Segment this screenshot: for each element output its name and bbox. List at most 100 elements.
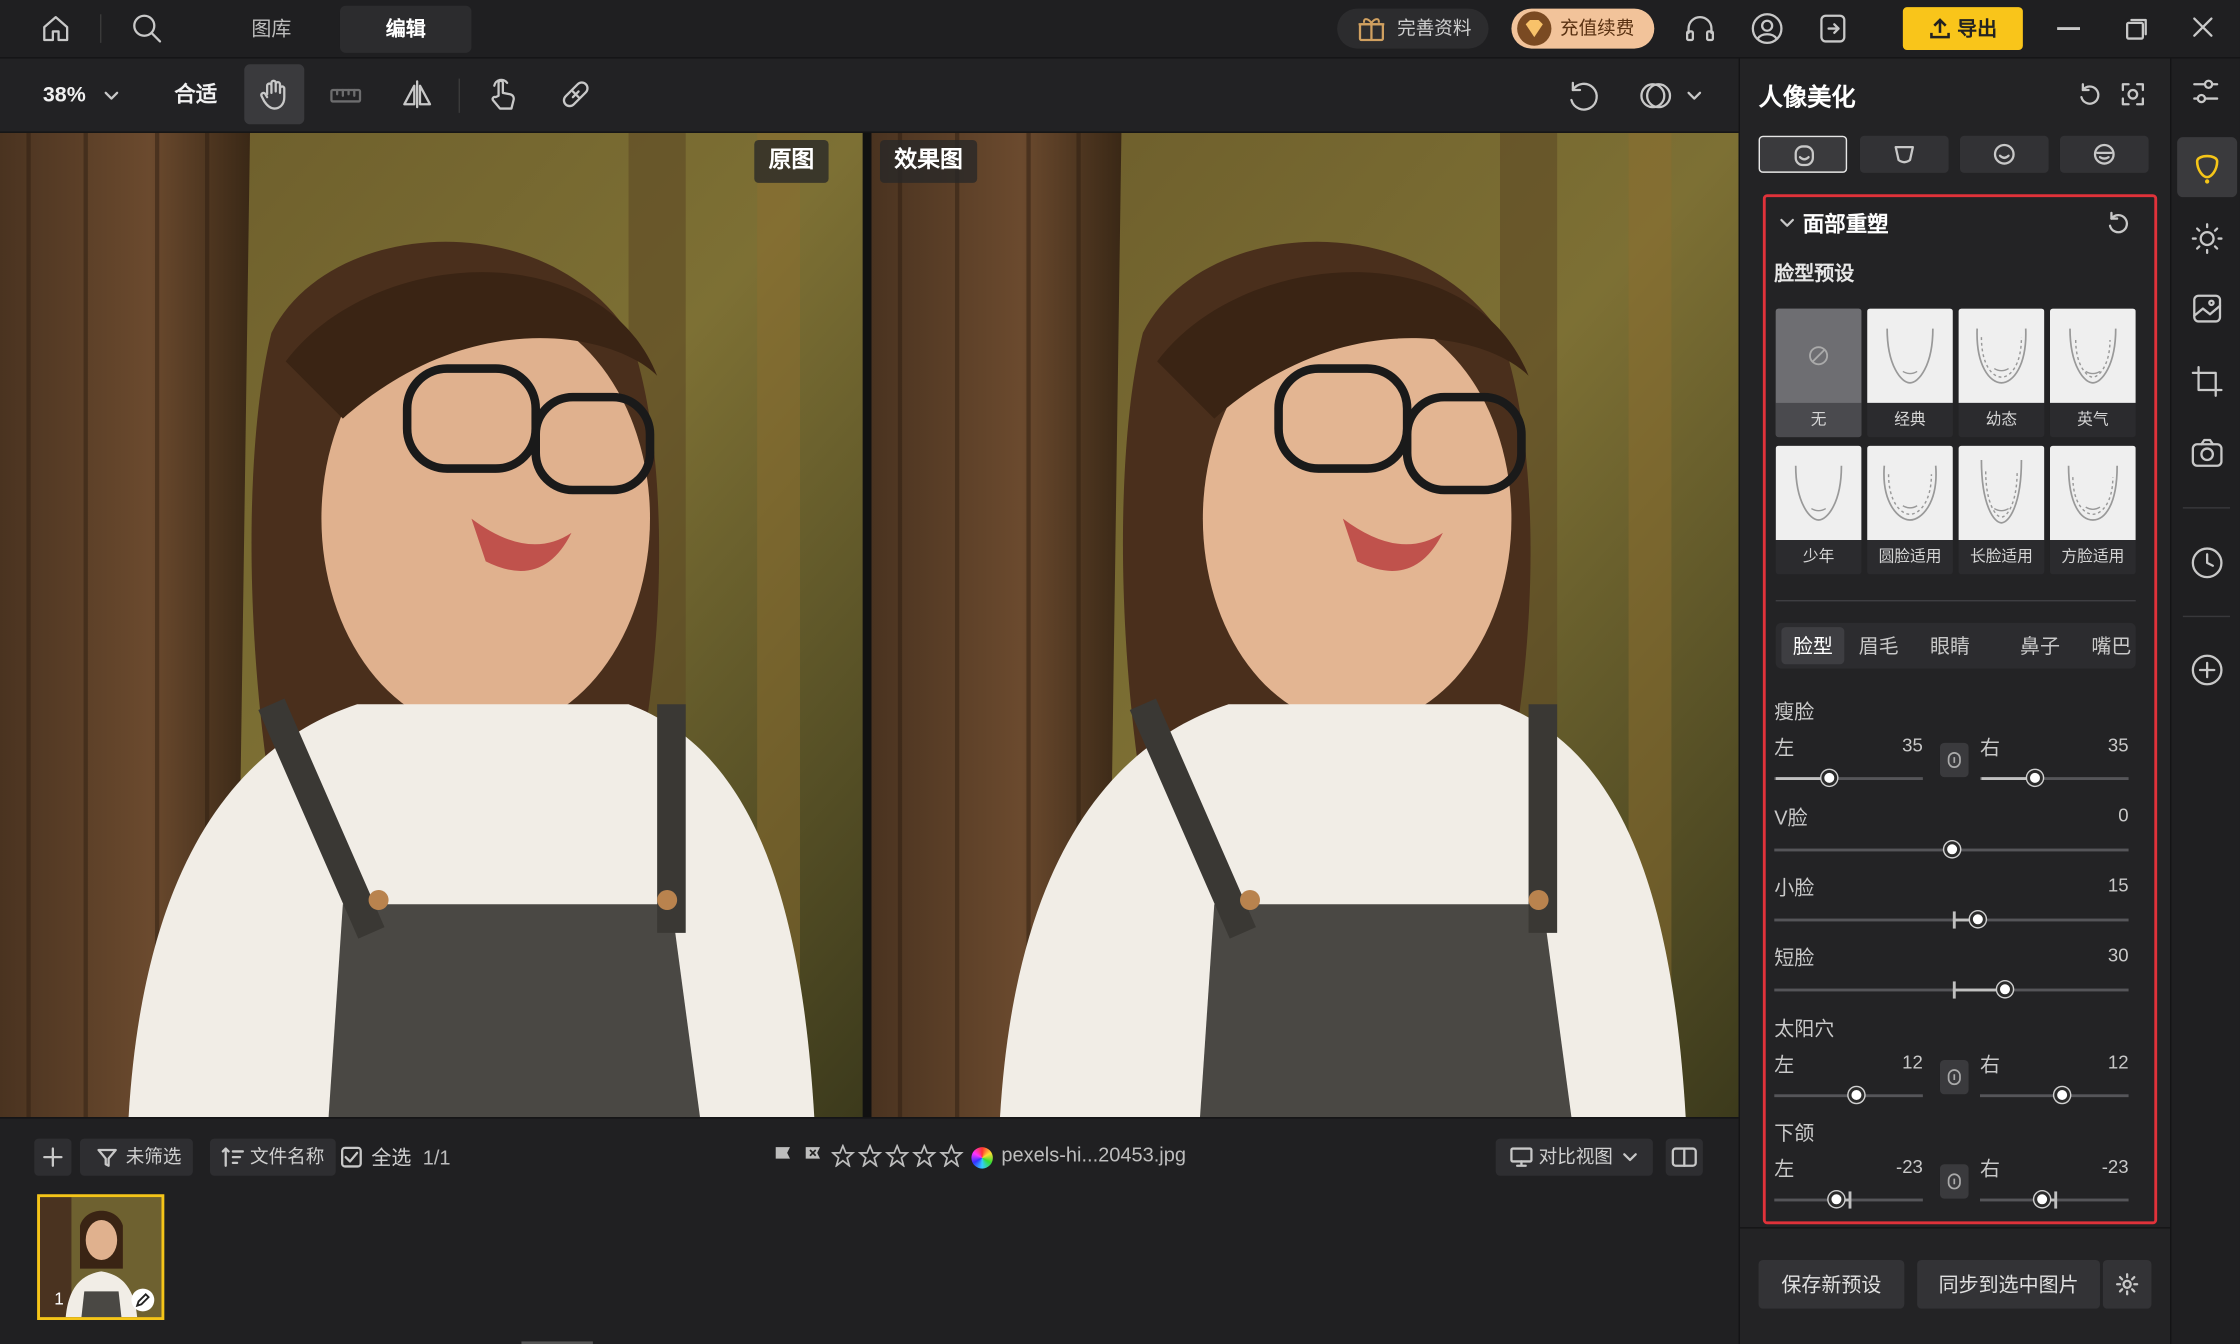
chevron-down-icon[interactable] [1686, 87, 1703, 104]
sync-button[interactable]: 同步到选中图片 [1917, 1259, 2100, 1309]
filmstrip-bar: 未筛选 文件名称 全选 1/1 pexels-hi...20453.jpg 对比… [0, 1117, 1739, 1344]
face-icon [2191, 150, 2222, 184]
slider-knob[interactable] [2054, 1087, 2070, 1103]
star-rating[interactable] [831, 1144, 967, 1168]
slider-knob[interactable] [1821, 769, 1838, 786]
camera-icon[interactable] [2190, 437, 2224, 468]
zoom-dropdown[interactable]: 38% [43, 59, 119, 133]
view-mode-label: 对比视图 [1538, 1145, 1613, 1168]
filter-button[interactable]: 未筛选 [79, 1138, 193, 1176]
chevron-down-icon [103, 87, 120, 104]
face-scan-icon[interactable] [2120, 81, 2146, 107]
recharge-label: 充值续费 [1559, 17, 1635, 39]
settings-button[interactable] [2102, 1259, 2152, 1309]
tab-edit[interactable]: 编辑 [339, 5, 472, 53]
preset-classic[interactable]: 经典 [1867, 308, 1953, 438]
hand-tool-button[interactable] [244, 64, 305, 125]
link-toggle[interactable] [1939, 1059, 1969, 1095]
fit-button[interactable]: 合适 [174, 59, 217, 133]
link-toggle[interactable] [1939, 1164, 1969, 1199]
complete-profile-button[interactable]: 完善资料 [1337, 8, 1489, 49]
makeup-icon [2093, 143, 2116, 166]
preset-round-face[interactable]: 圆脸适用 [1867, 445, 1953, 575]
beauty-panel: 人像美化 面部重塑 脸型预设 无 经典 幼态 英气 少年 圆脸适用 长脸适用 方… [1738, 58, 2172, 1344]
preset-none[interactable]: 无 [1775, 308, 1862, 438]
tab-gallery[interactable]: 图库 [214, 6, 328, 53]
sliders-icon[interactable] [2190, 76, 2221, 107]
add-button[interactable] [34, 1138, 72, 1176]
home-icon[interactable] [40, 13, 71, 44]
tab-body[interactable] [1859, 135, 1949, 173]
gear-icon [2115, 1273, 2139, 1296]
add-circle-icon[interactable] [2190, 653, 2224, 687]
undo-icon[interactable] [1564, 77, 1601, 114]
view-mode-dropdown[interactable]: 对比视图 [1495, 1138, 1653, 1176]
tab-eyes[interactable]: 眼睛 [1930, 623, 1970, 669]
tab-makeup[interactable] [2059, 135, 2149, 173]
mirror-icon[interactable] [400, 77, 434, 111]
split-divider[interactable] [862, 132, 872, 1118]
export-button[interactable]: 导出 [1902, 7, 2023, 50]
slider-knob[interactable] [1969, 911, 1986, 928]
jaw-left-label: 左 [1774, 1157, 1795, 1180]
preset-boyish[interactable]: 少年 [1775, 445, 1862, 575]
preset-thumb [1775, 308, 1862, 403]
preset-label: 经典 [1894, 411, 1926, 429]
divider [2182, 507, 2230, 509]
preset-square-face[interactable]: 方脸适用 [2049, 445, 2136, 575]
link-toggle[interactable] [1939, 742, 1969, 778]
tab-nose[interactable]: 鼻子 [2020, 623, 2060, 669]
crop-icon[interactable] [2191, 365, 2223, 397]
headset-icon[interactable] [1683, 13, 1717, 47]
slider-knob[interactable] [1944, 841, 1960, 858]
face-shape-icon [1893, 143, 1916, 166]
minimize-icon[interactable] [2057, 27, 2080, 30]
slider-knob[interactable] [1828, 1191, 1845, 1208]
brightness-icon[interactable] [2190, 221, 2224, 255]
color-label-icon[interactable] [971, 1147, 993, 1169]
image-edit-icon[interactable] [2191, 293, 2222, 324]
reset-icon[interactable] [2077, 81, 2103, 107]
short-face-slider[interactable] [1774, 988, 2129, 992]
tab-skin[interactable] [1959, 135, 2049, 173]
restore-icon[interactable] [2124, 16, 2150, 42]
prohibit-icon [1809, 346, 1829, 366]
tab-mouth[interactable]: 嘴巴 [2091, 623, 2131, 669]
touch-icon[interactable] [486, 76, 520, 113]
flag-icon[interactable] [773, 1146, 793, 1166]
effect-image[interactable] [871, 132, 1739, 1118]
section-title: 面部重塑 [1802, 212, 1889, 238]
bandage-icon[interactable] [559, 77, 593, 111]
sort-button[interactable]: 文件名称 [209, 1138, 336, 1176]
split-view-button[interactable] [1665, 1138, 1703, 1176]
tab-eyebrows[interactable]: 眉毛 [1859, 623, 1899, 669]
compare-circles-icon[interactable] [1637, 77, 1674, 114]
preset-youthful[interactable]: 幼态 [1958, 308, 2045, 438]
small-face-slider[interactable] [1774, 918, 2129, 922]
user-icon[interactable] [1750, 11, 1784, 45]
import-icon[interactable] [1817, 13, 1848, 44]
slider-knob[interactable] [2027, 769, 2043, 786]
slider-knob[interactable] [1997, 981, 2013, 998]
slider-knob[interactable] [2034, 1191, 2050, 1208]
thumbnail[interactable]: 1 [37, 1194, 165, 1320]
portrait-tool-button[interactable] [2177, 137, 2238, 198]
save-preset-button[interactable]: 保存新预设 [1758, 1259, 1905, 1309]
recharge-button[interactable]: 充值续费 [1511, 8, 1655, 49]
select-all-checkbox[interactable]: 全选 1/1 [340, 1139, 451, 1176]
search-icon[interactable] [130, 11, 164, 45]
preset-long-face[interactable]: 长脸适用 [1958, 445, 2045, 575]
section-reset-icon[interactable] [2106, 210, 2132, 236]
ruler-icon[interactable] [329, 79, 363, 113]
reject-flag-icon[interactable] [803, 1146, 823, 1166]
slider-knob[interactable] [1848, 1087, 1865, 1103]
history-icon[interactable] [2190, 546, 2224, 580]
chevron-down-icon [1621, 1149, 1638, 1166]
sort-icon [221, 1147, 244, 1167]
close-icon[interactable] [2191, 16, 2214, 39]
original-image[interactable] [0, 132, 863, 1118]
preset-heroic[interactable]: 英气 [2049, 308, 2136, 438]
tab-face-shape[interactable]: 脸型 [1781, 627, 1845, 665]
chevron-down-icon[interactable] [1779, 214, 1796, 231]
tab-face-reshape[interactable] [1758, 135, 1848, 173]
